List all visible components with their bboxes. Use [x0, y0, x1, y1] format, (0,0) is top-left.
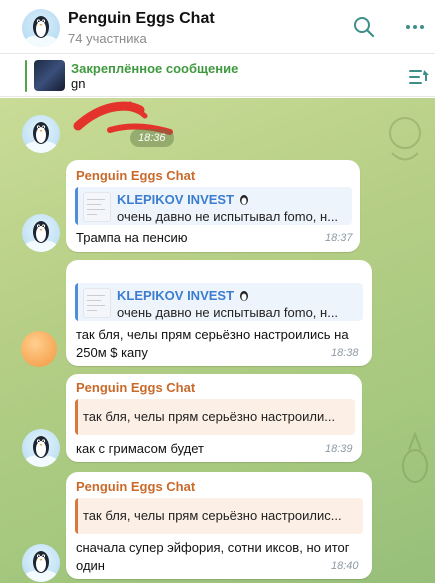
chat-avatar[interactable]: [22, 9, 60, 47]
penguin-icon: [25, 551, 57, 582]
sender-avatar[interactable]: [22, 544, 60, 582]
pineapple-doodle-icon: [402, 431, 428, 483]
pinned-text: gn: [71, 76, 86, 91]
more-icon[interactable]: [404, 17, 426, 37]
chat-area[interactable]: 18:36 Penguin Eggs Chat KLEPIKOV INVEST …: [0, 98, 435, 583]
message-sender[interactable]: Penguin Eggs Chat: [76, 479, 195, 494]
message-text: Трампа на пенсию: [76, 230, 188, 245]
message-time: 18:40: [331, 560, 359, 572]
pinned-indicator: [25, 60, 27, 92]
message-bubble[interactable]: Penguin Eggs Chat так бля, челы прям сер…: [66, 374, 362, 462]
message-bubble[interactable]: Penguin Eggs Chat KLEPIKOV INVEST очень …: [66, 160, 360, 252]
reply-text: так бля, челы прям серьёзно настроили...: [83, 409, 336, 424]
reply-preview[interactable]: KLEPIKOV INVEST очень давно не испытывал…: [75, 283, 363, 321]
message-time: 18:38: [331, 347, 359, 359]
reply-text: очень давно не испытывал fomo, н...: [117, 209, 339, 224]
reply-author: KLEPIKOV INVEST: [117, 288, 235, 303]
message-time: 18:37: [325, 232, 353, 244]
message-sender[interactable]: Penguin Eggs Chat: [76, 380, 195, 395]
penguin-icon: [25, 122, 57, 153]
member-count: 74 участника: [68, 31, 147, 46]
penguin-icon: [25, 16, 57, 47]
sender-avatar[interactable]: [22, 429, 60, 467]
reply-thumbnail: [83, 192, 111, 222]
chat-header: Penguin Eggs Chat 74 участника: [0, 0, 435, 54]
reply-preview[interactable]: так бля, челы прям серьёзно настроилис..…: [75, 498, 363, 534]
doodle-icon: [389, 117, 421, 161]
pinned-list-icon[interactable]: [408, 67, 432, 87]
penguin-icon: [25, 436, 57, 467]
pinned-message[interactable]: Закреплённое сообщение gn: [0, 55, 435, 97]
reply-text: очень давно не испытывал fomo, н...: [117, 305, 339, 320]
reply-author: KLEPIKOV INVEST: [117, 192, 235, 207]
message-text-line-2: один: [76, 558, 105, 573]
reply-thumbnail: [83, 288, 111, 318]
reply-preview[interactable]: KLEPIKOV INVEST очень давно не испытывал…: [75, 187, 352, 225]
pinned-title: Закреплённое сообщение: [71, 61, 239, 76]
penguin-emoji-icon: [240, 195, 248, 205]
search-icon[interactable]: [352, 15, 376, 39]
message-bubble[interactable]: KLEPIKOV INVEST очень давно не испытывал…: [66, 260, 372, 366]
reply-text: так бля, челы прям серьёзно настроилис..…: [83, 508, 342, 523]
message-text: как с гримасом будет: [76, 441, 205, 456]
chat-title[interactable]: Penguin Eggs Chat: [68, 10, 215, 28]
penguin-icon: [25, 221, 57, 252]
sender-avatar[interactable]: [22, 214, 60, 252]
message-time: 18:39: [325, 443, 353, 455]
sticker-time: 18:36: [130, 129, 174, 147]
pinned-thumbnail: [34, 60, 65, 91]
message-sender[interactable]: Penguin Eggs Chat: [76, 168, 195, 183]
penguin-emoji-icon: [240, 291, 248, 301]
message-text-line-1: так бля, челы прям серьёзно настроились …: [76, 327, 349, 342]
message-text-line-1: сначала супер эйфория, сотни иксов, но и…: [76, 540, 350, 555]
sender-avatar[interactable]: [22, 115, 60, 153]
message-text-line-2: 250м $ капу: [76, 345, 148, 360]
sender-avatar[interactable]: [21, 331, 57, 367]
reply-preview[interactable]: так бля, челы прям серьёзно настроили...: [75, 399, 355, 435]
message-bubble[interactable]: Penguin Eggs Chat так бля, челы прям сер…: [66, 472, 372, 579]
